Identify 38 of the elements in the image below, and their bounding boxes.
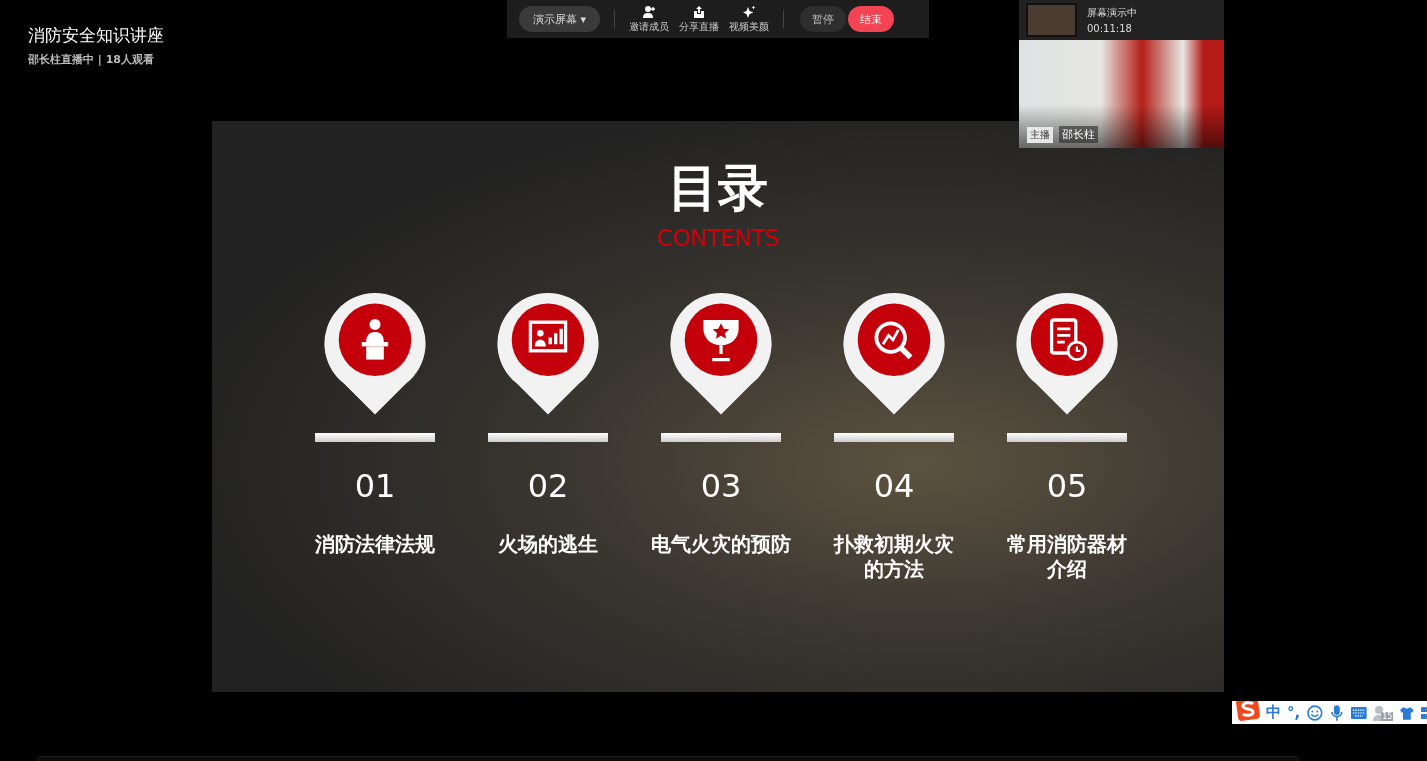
screen-thumbnail	[1026, 3, 1077, 37]
item-number: 04	[873, 470, 915, 502]
screen-menu-button[interactable]: 演示屏幕 ▾	[519, 6, 601, 32]
item-number: 05	[1046, 470, 1088, 502]
grid-icon[interactable]	[1421, 705, 1427, 720]
toolbar-button[interactable]: 分享直播	[679, 4, 720, 34]
keyboard-icon[interactable]	[1349, 705, 1368, 720]
ime-logo-icon[interactable]	[1236, 701, 1260, 721]
smiley-icon[interactable]	[1306, 703, 1324, 722]
punctuation-toggle[interactable]: °,	[1287, 703, 1301, 722]
share-icon	[692, 4, 707, 19]
topic-label: 消防法律法规	[315, 532, 435, 557]
add-person-icon	[642, 4, 657, 19]
host-tag: 主播	[1027, 126, 1053, 143]
topic-label: 常用消防器材	[1007, 532, 1127, 557]
slide-subtitle: CONTENTS	[657, 225, 779, 251]
host-name: 邵长柱	[1059, 126, 1098, 143]
toolbar-button[interactable]: 邀请成员	[629, 4, 670, 34]
topic-label: 电气火灾的预防	[651, 532, 791, 557]
pause-button[interactable]: 暂停	[800, 6, 847, 32]
topic-label: 的方法	[864, 557, 924, 582]
stream-viewers: 邵长柱直播中 | 18人观看	[28, 52, 155, 67]
shirt-icon[interactable]	[1399, 705, 1416, 720]
topic-label: 介绍	[1047, 557, 1087, 582]
end-button[interactable]: 结束	[848, 6, 895, 32]
toolbar-button[interactable]: 视频美颜	[729, 4, 770, 34]
slide-title: 目录	[668, 163, 768, 213]
item-number: 01	[354, 470, 396, 502]
input-mode-toggle[interactable]: 中	[1266, 703, 1281, 722]
sparkle-icon	[742, 4, 757, 19]
stream-title: 消防安全知识讲座	[28, 24, 164, 47]
item-number: 03	[700, 470, 742, 502]
item-number: 02	[527, 470, 569, 502]
topic-label: 扑救初期火灾	[834, 532, 954, 557]
topic-label: 火场的逃生	[498, 532, 598, 557]
elapsed-time: 00:11:18	[1087, 23, 1133, 34]
microphone-icon[interactable]	[1329, 703, 1344, 722]
share-status: 屏幕演示中	[1087, 6, 1137, 20]
